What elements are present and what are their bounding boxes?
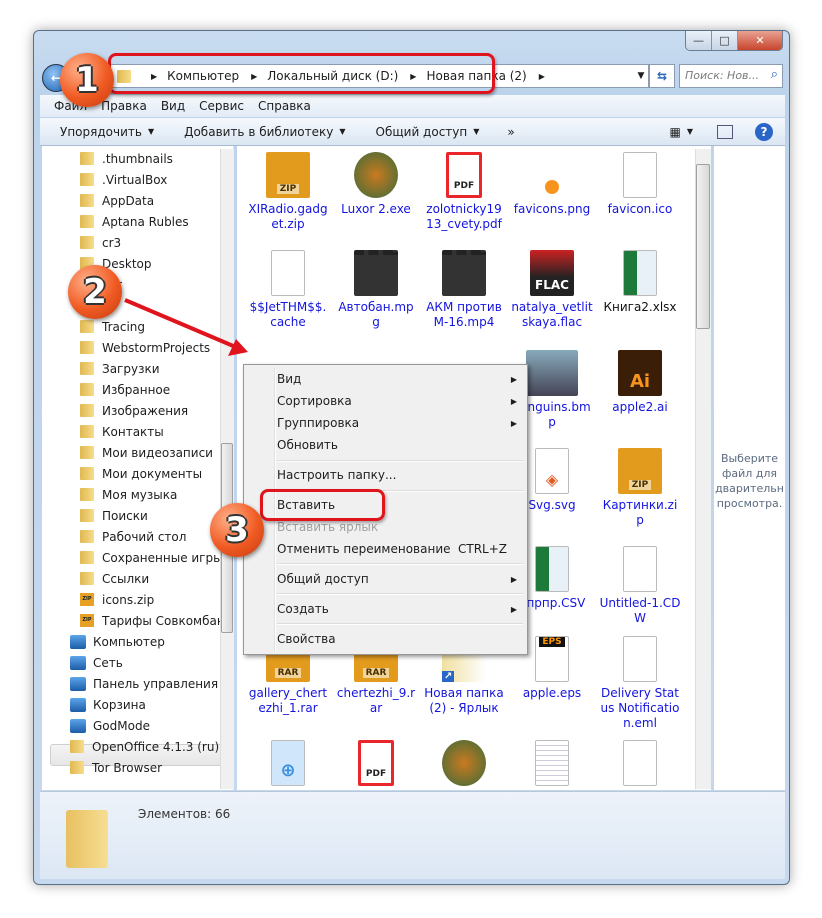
step-badge-1: 1 <box>60 53 114 107</box>
arrow-line <box>124 298 239 350</box>
step-badge-2: 2 <box>68 265 122 319</box>
step-badge-3: 3 <box>210 503 264 557</box>
annotation-arrow <box>124 298 248 356</box>
arrow-head <box>228 339 248 356</box>
